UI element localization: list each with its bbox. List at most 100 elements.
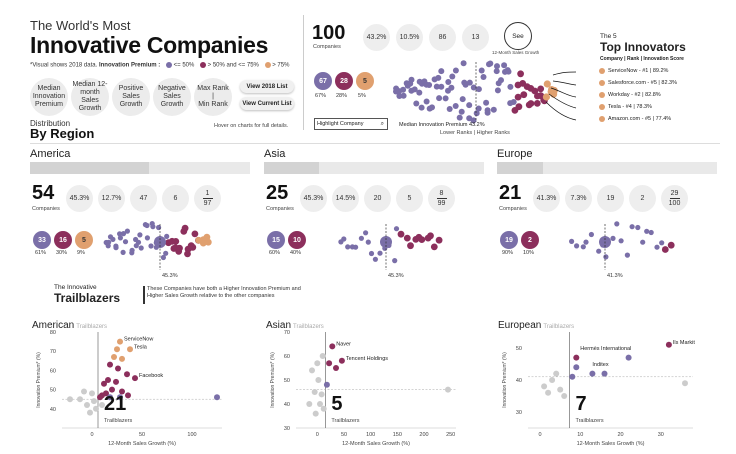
filter-negative-sales[interactable]: Negative Sales Growth <box>153 78 191 116</box>
region-stat[interactable]: 45.3% <box>66 185 93 212</box>
company-dot[interactable] <box>466 102 473 109</box>
company-dot[interactable] <box>654 244 660 250</box>
company-point[interactable] <box>315 377 322 383</box>
company-dot[interactable] <box>144 235 150 241</box>
company-point[interactable] <box>557 386 564 393</box>
company-dot[interactable] <box>490 106 497 113</box>
company-point[interactable] <box>589 370 596 377</box>
company-point[interactable] <box>84 402 90 408</box>
company-dot[interactable] <box>466 79 473 86</box>
company-dot[interactable] <box>517 70 524 78</box>
company-dot[interactable] <box>520 91 528 99</box>
company-dot[interactable] <box>423 98 430 105</box>
company-dot[interactable] <box>181 224 189 232</box>
company-point[interactable] <box>311 389 318 395</box>
company-point[interactable] <box>97 394 103 401</box>
company-dot[interactable] <box>505 68 512 75</box>
company-dot[interactable] <box>408 76 415 83</box>
region-beeswarm[interactable] <box>98 218 218 276</box>
company-dot[interactable] <box>442 95 449 102</box>
scatter-chart[interactable]: 0 50 100 150 200 250 30 40 50 60 70 Naver Tencent Ho… <box>266 328 462 446</box>
company-point[interactable] <box>77 396 83 403</box>
company-dot[interactable] <box>507 83 514 90</box>
company-point[interactable] <box>312 410 319 417</box>
company-point[interactable] <box>81 388 87 395</box>
overall-badge-high[interactable]: 5 <box>356 72 374 90</box>
company-dot[interactable] <box>583 239 589 245</box>
company-dot[interactable] <box>148 243 154 249</box>
company-dot[interactable] <box>110 236 116 242</box>
company-dot[interactable] <box>487 60 494 67</box>
company-dot[interactable] <box>510 99 517 105</box>
company-dot[interactable] <box>427 232 434 240</box>
company-dot[interactable] <box>176 244 183 252</box>
company-dot[interactable] <box>569 238 575 244</box>
company-dot[interactable] <box>377 250 383 256</box>
region-stat[interactable]: 19 <box>597 185 624 212</box>
company-dot[interactable] <box>400 92 407 99</box>
company-point[interactable] <box>553 370 560 377</box>
company-dot[interactable] <box>498 77 504 84</box>
company-dot[interactable] <box>452 103 459 109</box>
region-badge[interactable]: 15 <box>267 231 285 249</box>
region-stat[interactable]: 7.3% <box>565 185 592 212</box>
region-beeswarm[interactable] <box>332 218 452 276</box>
company-point[interactable] <box>91 398 97 405</box>
company-dot[interactable] <box>596 248 602 254</box>
company-point[interactable] <box>318 391 325 398</box>
region-stat[interactable]: 12.7% <box>98 185 125 212</box>
filter-positive-sales[interactable]: Positive Sales Growth <box>112 78 150 116</box>
company-dot[interactable] <box>172 238 180 245</box>
company-dot[interactable] <box>129 247 135 253</box>
region-badge[interactable]: 16 <box>54 231 72 249</box>
company-dot[interactable] <box>533 100 541 107</box>
company-point[interactable] <box>329 343 336 350</box>
company-point[interactable] <box>326 360 333 367</box>
company-dot[interactable] <box>640 239 646 245</box>
company-dot[interactable] <box>135 239 142 245</box>
company-dot[interactable] <box>484 107 491 114</box>
company-dot[interactable] <box>164 233 170 239</box>
company-dot[interactable] <box>635 224 641 231</box>
company-dot[interactable] <box>400 86 407 93</box>
view-2018-list-button[interactable]: View 2018 List <box>240 80 294 93</box>
company-dot[interactable] <box>618 238 624 244</box>
company-point[interactable] <box>214 394 220 401</box>
company-dot[interactable] <box>413 100 420 107</box>
company-point[interactable] <box>67 396 73 403</box>
company-dot[interactable] <box>117 235 123 241</box>
region-stat[interactable]: 6 <box>162 185 189 212</box>
company-dot[interactable] <box>614 221 620 227</box>
overall-stat-growth[interactable]: 10.5% <box>396 24 423 51</box>
company-point[interactable] <box>541 383 548 390</box>
company-dot[interactable] <box>189 243 197 251</box>
company-dot[interactable] <box>448 84 455 91</box>
company-point[interactable] <box>323 381 330 388</box>
overall-beeswarm[interactable] <box>388 58 588 124</box>
company-point[interactable] <box>338 357 345 364</box>
region-rank-range[interactable]: 29 100 <box>661 185 688 212</box>
company-point[interactable] <box>665 341 672 348</box>
company-dot[interactable] <box>122 239 129 245</box>
company-dot[interactable] <box>435 236 443 244</box>
company-dot[interactable] <box>580 244 586 250</box>
company-point[interactable] <box>333 365 339 371</box>
company-dot[interactable] <box>659 240 665 246</box>
company-dot[interactable] <box>574 243 580 249</box>
company-dot[interactable] <box>191 230 199 238</box>
company-dot[interactable] <box>365 239 371 245</box>
filter-median-sales[interactable]: Median 12-month Sales Growth <box>71 78 109 116</box>
company-dot[interactable] <box>435 74 442 81</box>
region-badge[interactable]: 5 <box>75 231 93 249</box>
company-dot[interactable] <box>438 68 445 75</box>
company-point[interactable] <box>113 378 119 385</box>
company-dot[interactable] <box>483 99 490 106</box>
company-dot[interactable] <box>460 60 467 67</box>
company-dot[interactable] <box>345 244 351 250</box>
region-stat[interactable]: 20 <box>364 185 391 212</box>
company-dot[interactable] <box>527 100 535 107</box>
company-point[interactable] <box>87 409 93 416</box>
company-dot[interactable] <box>120 249 126 255</box>
top5-item[interactable]: Salesforce.com - #5 | 82.3% <box>599 80 677 86</box>
company-point[interactable] <box>561 393 568 399</box>
